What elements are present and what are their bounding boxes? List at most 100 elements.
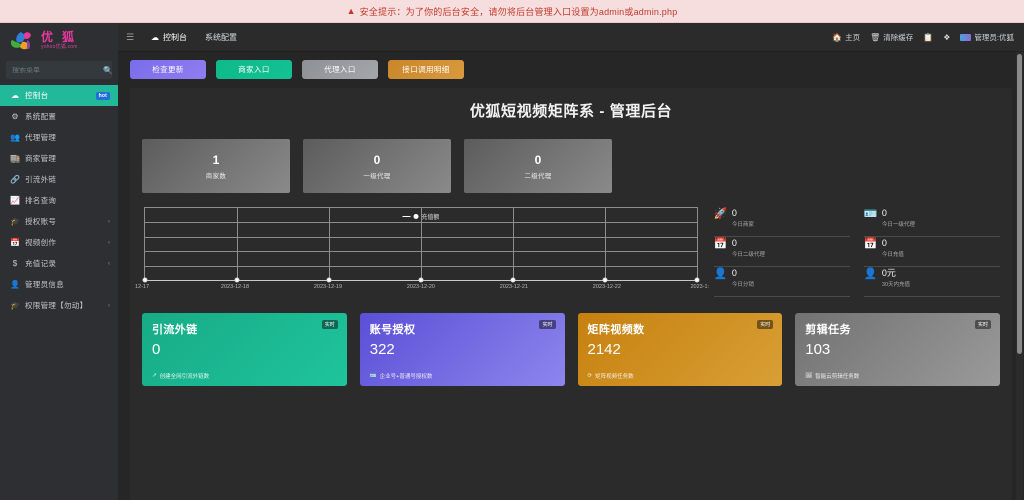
sidebar-menu: ☁控制台hot⚙系统配置👥代理管理🏬商家管理🔗引流外链📈排名查询🎓授权账号‹📅视… bbox=[0, 85, 118, 500]
copy-button[interactable]: 📋 bbox=[923, 33, 933, 42]
menu-search[interactable]: 🔍 bbox=[6, 61, 112, 79]
chart-data-point[interactable] bbox=[234, 278, 239, 283]
chart-data-point[interactable] bbox=[418, 278, 423, 283]
today-stat-label: 今日分销 bbox=[732, 280, 754, 288]
home-icon: 🏠 bbox=[832, 33, 842, 42]
calendar-icon: 📅 bbox=[714, 239, 727, 250]
metric-card-title: 剪辑任务 bbox=[805, 321, 990, 337]
sidebar-item-10[interactable]: 🎓权限管理【勿动】‹ bbox=[0, 295, 118, 316]
stat-label: 一级代理 bbox=[363, 170, 390, 180]
image-icon: 🖼 bbox=[805, 373, 812, 379]
logo-domain: yohoo优狐.com bbox=[41, 45, 83, 50]
toolbar-button-0[interactable]: 检查更新 bbox=[130, 60, 206, 79]
sidebar-item-label: 系统配置 bbox=[25, 111, 110, 122]
today-stat-item: 👤0今日分销 bbox=[714, 267, 850, 297]
today-stat-value: 0 bbox=[732, 239, 765, 249]
dashboard-panel: 优狐短视频矩阵系 - 管理后台 1商家数0一级代理0二级代理 充值额 12-17… bbox=[130, 88, 1012, 500]
metric-card[interactable]: 实时引流外链0↗创建全网引流外链数 bbox=[142, 313, 347, 386]
hamburger-icon[interactable]: ☰ bbox=[118, 32, 142, 43]
sidebar-item-3[interactable]: 🏬 商家管理 bbox=[0, 148, 118, 169]
toolbar-button-1[interactable]: 商家入口 bbox=[216, 60, 292, 79]
chart-gridline-vertical bbox=[237, 208, 238, 280]
recharge-line-chart: 充值额 12-172023-12-182023-12-192023-12-202… bbox=[142, 207, 700, 297]
fullscreen-button[interactable]: ❖ bbox=[943, 33, 950, 42]
sidebar-item-5[interactable]: 📈排名查询 bbox=[0, 190, 118, 211]
dollar-icon: $ bbox=[10, 259, 20, 268]
user-menu[interactable]: 管理员:优狐 bbox=[960, 32, 1014, 43]
chart-data-point[interactable] bbox=[602, 278, 607, 283]
metric-card-title: 账号授权 bbox=[370, 321, 555, 337]
chart-data-point[interactable] bbox=[694, 278, 699, 283]
video-icon: ⟳ bbox=[588, 373, 593, 379]
chart-gridline-vertical bbox=[421, 208, 422, 280]
legend-line bbox=[402, 216, 410, 217]
sidebar-item-2[interactable]: 👥代理管理 bbox=[0, 127, 118, 148]
stat-value: 0 bbox=[374, 153, 381, 167]
chevron-icon: ‹ bbox=[108, 303, 110, 309]
scrollbar-thumb[interactable] bbox=[1017, 54, 1022, 354]
search-icon[interactable]: 🔍 bbox=[103, 66, 113, 75]
sidebar-item-8[interactable]: $充值记录‹ bbox=[0, 253, 118, 274]
certificate-icon: 🎓 bbox=[10, 217, 20, 226]
today-stat-label: 今日充值 bbox=[882, 250, 904, 258]
vertical-scrollbar[interactable] bbox=[1016, 52, 1023, 500]
chart-gridline-vertical bbox=[329, 208, 330, 280]
realtime-badge: 实时 bbox=[539, 320, 555, 329]
chart-x-tick-label: 2023-12-20 bbox=[407, 284, 435, 290]
realtime-badge: 实时 bbox=[975, 320, 991, 329]
metric-card[interactable]: 实时账号授权322🪪企业号+普通号授权数 bbox=[360, 313, 565, 386]
home-button[interactable]: 🏠 主页 bbox=[832, 32, 860, 43]
logo[interactable]: 优狐 yohoo优狐.com bbox=[0, 23, 118, 58]
legend-label: 充值额 bbox=[421, 212, 439, 221]
today-stat-value: 0 bbox=[882, 239, 904, 249]
admin-dashboard-page: ▲ 安全提示：为了你的后台安全，请勿将后台管理入口设置为admin或admin.… bbox=[0, 0, 1024, 500]
toolbar-button-3[interactable]: 接口调用明细 bbox=[388, 60, 464, 79]
metric-card[interactable]: 实时剪辑任务103🖼智能云剪辑任务数 bbox=[795, 313, 1000, 386]
sidebar-item-1[interactable]: ⚙ 系统配置 bbox=[0, 106, 118, 127]
trend-icon: ↗ bbox=[152, 373, 157, 379]
chevron-icon: ‹ bbox=[108, 240, 110, 246]
metric-card-value: 103 bbox=[805, 342, 990, 357]
header-tab-dashboard[interactable]: ☁ 控制台 bbox=[142, 23, 196, 52]
chart-x-axis-labels: 12-172023-12-182023-12-192023-12-202023-… bbox=[142, 284, 700, 294]
today-stat-label: 今日二级代理 bbox=[732, 250, 765, 258]
clear-cache-button[interactable]: 🗑 清除缓存 bbox=[870, 32, 913, 43]
sidebar-item-label: 管理员信息 bbox=[25, 279, 110, 290]
page-title: 优狐短视频矩阵系 - 管理后台 bbox=[130, 100, 1012, 121]
chart-data-point[interactable] bbox=[326, 278, 331, 283]
chart-data-point[interactable] bbox=[143, 278, 148, 283]
chevron-icon: ‹ bbox=[108, 261, 110, 267]
user-circle-icon: 👤 bbox=[864, 269, 877, 280]
toolbar-button-2[interactable]: 代理入口 bbox=[302, 60, 378, 79]
sidebar-item-4[interactable]: 🔗引流外链 bbox=[0, 169, 118, 190]
sidebar-item-7[interactable]: 📅视频创作‹ bbox=[0, 232, 118, 253]
summary-stat-card: 0 一级代理 bbox=[303, 139, 451, 193]
sidebar-item-9[interactable]: 👤管理员信息 bbox=[0, 274, 118, 295]
sidebar: 优狐 yohoo优狐.com 🔍 ☁控制台hot ⚙ 系统配置 👥代理管理 🏬 商家管理 🔗… bbox=[0, 23, 118, 500]
dashboard-icon: ☁ bbox=[10, 91, 20, 100]
security-warning-bar: ▲ 安全提示：为了你的后台安全，请勿将后台管理入口设置为admin或admin.… bbox=[0, 0, 1024, 23]
shop-icon: 🏬 bbox=[10, 154, 20, 163]
chart-data-point[interactable] bbox=[510, 278, 515, 283]
gear-icon: ⚙ bbox=[10, 112, 20, 121]
copy-icon: 📋 bbox=[923, 33, 933, 42]
avatar bbox=[960, 34, 971, 41]
metric-card-desc: 矩阵视频任务数 bbox=[595, 372, 634, 380]
metric-card[interactable]: 实时矩阵视频数2142⟳矩阵视频任务数 bbox=[578, 313, 783, 386]
today-stat-item: 📅0今日充值 bbox=[864, 237, 1000, 267]
sidebar-item-6[interactable]: 🎓授权账号‹ bbox=[0, 211, 118, 232]
sidebar-item-label: 商家管理 bbox=[25, 153, 110, 164]
today-stats-grid: 🚀0今日商家🪪0今日一级代理📅0今日二级代理📅0今日充值👤0今日分销👤0元30天… bbox=[714, 207, 1000, 297]
metric-card-desc: 创建全网引流外链数 bbox=[160, 372, 210, 380]
sidebar-item-0[interactable]: ☁控制台hot bbox=[0, 85, 118, 106]
id-card-icon: 🪪 bbox=[370, 373, 377, 379]
chevron-icon: ‹ bbox=[108, 219, 110, 225]
sidebar-item-label: 视频创作 bbox=[25, 237, 103, 248]
clear-cache-label: 清除缓存 bbox=[883, 32, 913, 43]
header-tab-system-config[interactable]: 系统配置 bbox=[196, 23, 246, 52]
legend-marker bbox=[413, 214, 418, 219]
metric-card-title: 引流外链 bbox=[152, 321, 337, 337]
search-input[interactable] bbox=[12, 67, 103, 74]
today-stat-value: 0 bbox=[732, 209, 754, 219]
metric-card-value: 322 bbox=[370, 342, 555, 357]
